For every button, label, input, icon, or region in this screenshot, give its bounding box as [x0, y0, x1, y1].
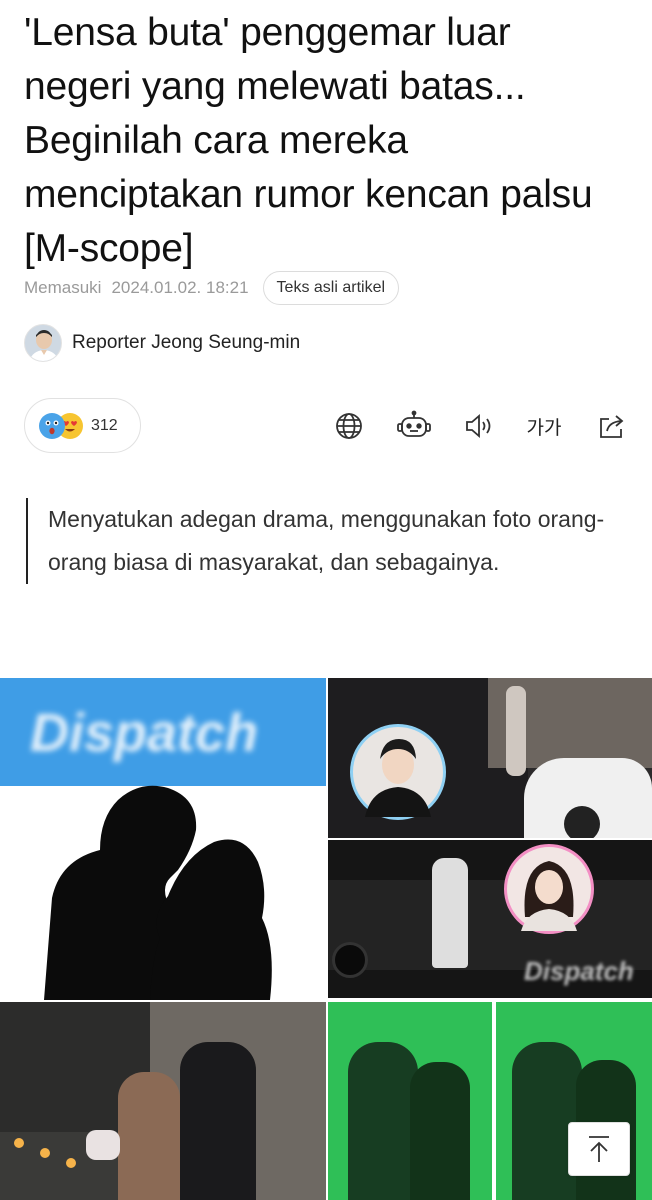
street-scene-panel: Dispatch: [328, 840, 652, 998]
reporter-avatar: [24, 324, 62, 362]
entered-label: Memasuki: [24, 278, 102, 297]
scroll-to-top-button[interactable]: [568, 1122, 630, 1176]
article-summary: Menyatukan adegan drama, menggunakan fot…: [26, 498, 616, 584]
font-size-icon[interactable]: 가가: [522, 406, 566, 446]
dispatch-logo-top: Dispatch: [30, 703, 259, 763]
car-scene-panel: [328, 678, 652, 838]
arrow-up-icon: [589, 1136, 609, 1162]
dispatch-logo-bottom: Dispatch: [524, 956, 634, 986]
speaker-icon[interactable]: [459, 406, 499, 446]
globe-icon[interactable]: [329, 406, 369, 446]
silhouette-panel: Dispatch: [0, 678, 326, 1000]
entered-date: 2024.01.02. 18:21: [111, 278, 249, 297]
font-size-label: 가가: [526, 417, 562, 439]
article-title: 'Lensa buta' penggemar luar negeri yang …: [24, 11, 593, 270]
reporter-name: Reporter Jeong Seung-min: [72, 332, 301, 353]
article-meta: Memasuki 2024.01.02. 18:21 Teks asli art…: [24, 270, 400, 306]
share-icon[interactable]: [591, 406, 631, 446]
night-street-panel: [0, 1002, 326, 1200]
article-photo: Dispatch Dispatch: [0, 678, 652, 1200]
robot-icon[interactable]: [394, 406, 434, 446]
surprised-emoji-icon: [39, 412, 65, 439]
original-article-button[interactable]: Teks asli artikel: [262, 271, 400, 305]
reaction-button[interactable]: 312: [24, 398, 141, 453]
reaction-count: 312: [91, 416, 118, 434]
reporter-link[interactable]: Reporter Jeong Seung-min: [24, 324, 300, 362]
